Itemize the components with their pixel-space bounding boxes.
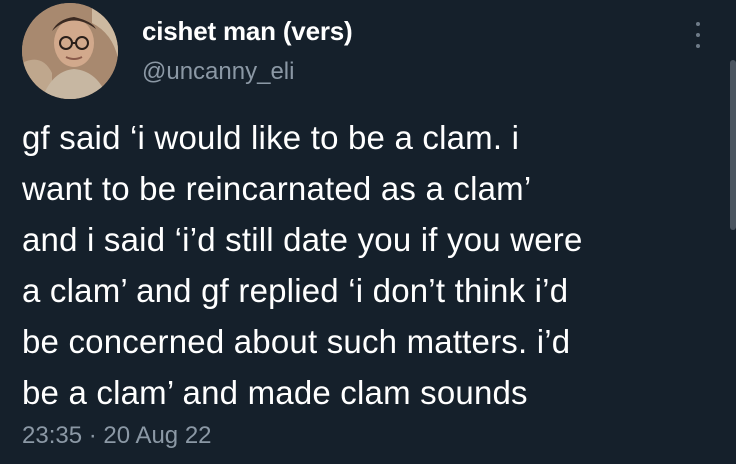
scrollbar[interactable] — [730, 60, 736, 230]
tweet-text-line: a clam’ and gf replied ‘i don’t think i’… — [22, 272, 569, 309]
tweet-time[interactable]: 23:35 — [22, 422, 82, 449]
tweet-meta: 23:35 · 20 Aug 22 — [22, 422, 212, 450]
tweet-text-line: want to be reincarnated as a clam’ — [22, 170, 532, 207]
tweet: cishet man (vers) @uncanny_eli gf said ‘… — [0, 0, 736, 464]
meta-separator: · — [88, 422, 97, 449]
more-vertical-icon[interactable] — [690, 22, 706, 48]
tweet-date[interactable]: 20 Aug 22 — [103, 422, 211, 449]
tweet-text-line: and i said ‘i’d still date you if you we… — [22, 221, 583, 258]
avatar[interactable] — [22, 3, 118, 99]
tweet-text-line: gf said ‘i would like to be a clam. i — [22, 119, 520, 156]
display-name[interactable]: cishet man (vers) — [142, 16, 353, 47]
tweet-text: gf said ‘i would like to be a clam. i wa… — [22, 112, 712, 418]
tweet-text-line: be a clam’ and made clam sounds — [22, 374, 528, 411]
tweet-text-line: be concerned about such matters. i’d — [22, 323, 571, 360]
avatar-image — [22, 3, 118, 99]
handle[interactable]: @uncanny_eli — [142, 58, 294, 86]
